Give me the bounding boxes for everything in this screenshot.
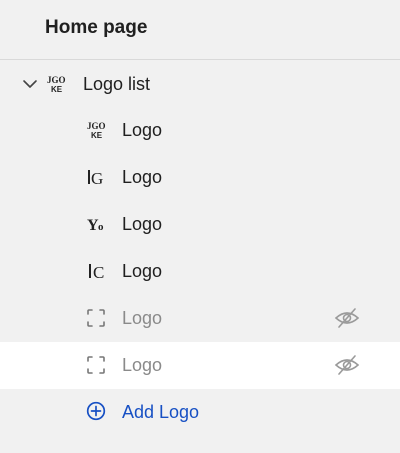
svg-text:C: C — [93, 263, 104, 282]
tree-item-logo-2[interactable]: G Logo — [0, 154, 400, 201]
tree-item-logo-list[interactable]: JGO KE Logo list — [0, 61, 400, 108]
tree-item-label: Logo list — [83, 74, 151, 94]
page-title: Home page — [45, 17, 148, 38]
tree-item-label: Logo — [122, 120, 163, 140]
logo-nike-thumb: JGO KE — [87, 121, 106, 140]
tree-item-logo-5[interactable]: Logo — [0, 295, 400, 342]
svg-text:KE: KE — [51, 85, 63, 94]
svg-text:o: o — [98, 221, 104, 233]
logo-blackletter-thumb: Y o — [87, 217, 104, 234]
eye-off-icon[interactable] — [334, 354, 360, 376]
tree-item-label: Logo — [122, 355, 163, 375]
header: Home page — [0, 0, 400, 60]
eye-off-icon[interactable] — [334, 307, 360, 329]
logo-serif-c-thumb: C — [89, 263, 104, 282]
tree-item-label: Logo — [122, 214, 163, 234]
plus-circle-icon — [86, 401, 106, 421]
tree-item-label: Logo — [122, 308, 163, 328]
image-placeholder-icon — [87, 309, 105, 327]
image-placeholder-icon — [87, 356, 105, 374]
add-logo-label: Add Logo — [122, 402, 200, 422]
tree-item-label: Logo — [122, 167, 163, 187]
svg-text:JGO: JGO — [87, 121, 106, 131]
chevron-down-icon[interactable] — [21, 75, 39, 93]
svg-text:KE: KE — [91, 131, 103, 140]
tree-item-label: Logo — [122, 261, 163, 281]
svg-text:G: G — [91, 169, 103, 188]
logo-nike-thumb: JGO KE — [47, 75, 66, 94]
tree-item-logo-3[interactable]: Y o Logo — [0, 201, 400, 248]
tree-item-logo-6[interactable]: Logo — [0, 342, 400, 389]
logo-g-thumb: G — [88, 169, 103, 188]
svg-text:JGO: JGO — [47, 75, 66, 85]
tree-item-logo-4[interactable]: C Logo — [0, 248, 400, 295]
tree-item-logo-1[interactable]: JGO KE Logo — [0, 107, 400, 154]
add-logo-button[interactable]: Add Logo — [0, 389, 400, 436]
